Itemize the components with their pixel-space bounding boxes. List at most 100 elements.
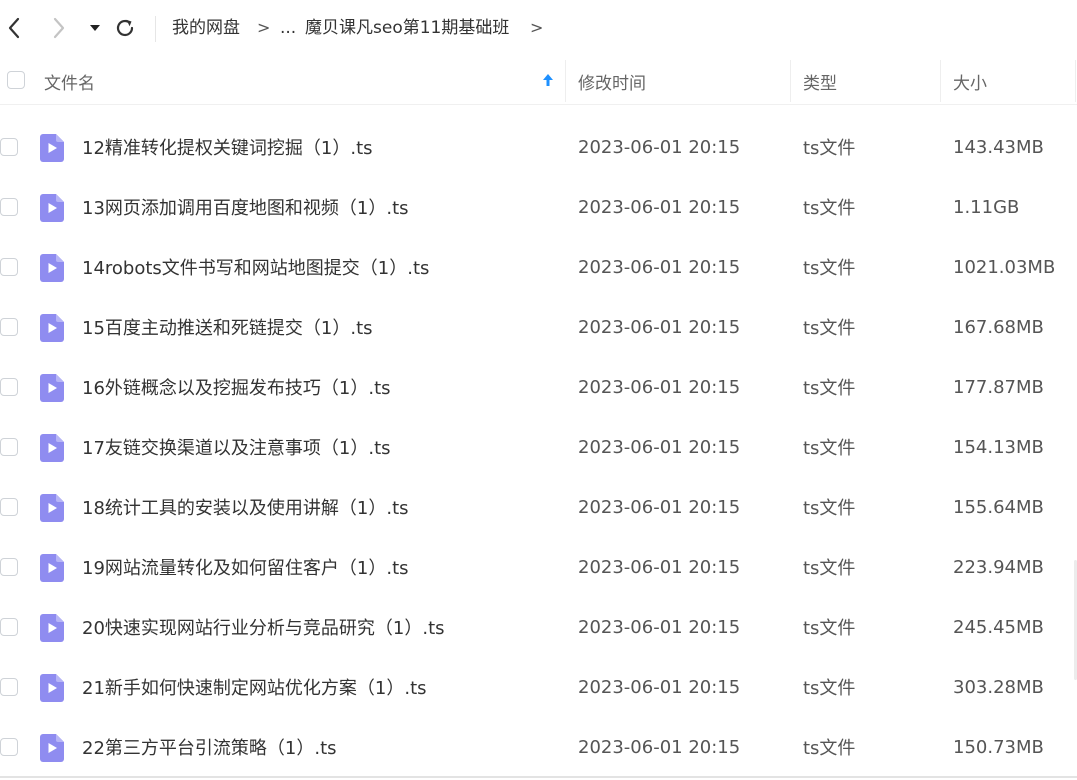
file-modified: 2023-06-01 20:15 [578,616,741,638]
video-file-icon [40,194,64,222]
column-header-size[interactable]: 大小 [953,58,987,104]
row-checkbox[interactable] [0,138,18,156]
file-size: 223.94MB [953,556,1044,578]
caret-down-icon [90,25,100,31]
file-name[interactable]: 21新手如何快速制定网站优化方案（1）.ts [82,657,427,717]
chevron-left-icon [8,17,20,39]
breadcrumb-root[interactable]: 我的网盘 [172,16,240,40]
refresh-button[interactable] [111,14,139,42]
file-size: 143.43MB [953,136,1044,158]
file-size: 155.64MB [953,496,1044,518]
column-divider[interactable] [940,60,941,102]
file-name[interactable]: 13网页添加调用百度地图和视频（1）.ts [82,177,409,237]
file-name[interactable]: 20快速实现网站行业分析与竞品研究（1）.ts [82,597,445,657]
file-type: ts文件 [803,318,856,339]
breadcrumb-current[interactable]: 魔贝课凡seo第11期基础班 [305,16,509,40]
column-divider[interactable] [565,60,566,102]
file-row[interactable]: 22第三方平台引流策略（1）.ts 2023-06-01 20:15 ts文件 150… [0,717,1077,777]
file-modified: 2023-06-01 20:15 [578,256,741,278]
file-modified: 2023-06-01 20:15 [578,556,741,578]
file-list-header: 文件名 修改时间 类型 大小 [0,58,1077,105]
row-checkbox[interactable] [0,438,18,456]
column-header-type[interactable]: 类型 [803,58,837,104]
file-name[interactable]: 15百度主动推送和死链提交（1）.ts [82,297,373,357]
file-row[interactable]: 12精准转化提权关键词挖掘（1）.ts 2023-06-01 20:15 ts文件 1… [0,117,1077,177]
file-type: ts文件 [803,138,856,159]
file-name[interactable]: 19网站流量转化及如何留住客户（1）.ts [82,537,409,597]
file-type: ts文件 [803,378,856,399]
video-file-icon [40,734,64,762]
row-checkbox[interactable] [0,378,18,396]
file-modified: 2023-06-01 20:15 [578,136,741,158]
file-size: 1021.03MB [953,256,1056,278]
file-row[interactable]: 18统计工具的安装以及使用讲解（1）.ts 2023-06-01 20:15 ts文… [0,477,1077,537]
row-checkbox[interactable] [0,498,18,516]
file-type: ts文件 [803,438,856,459]
file-row[interactable]: 19网站流量转化及如何留住客户（1）.ts 2023-06-01 20:15 ts文… [0,537,1077,597]
column-divider[interactable] [1075,60,1076,102]
file-name[interactable]: 16外链概念以及挖掘发布技巧（1）.ts [82,357,391,417]
file-size: 177.87MB [953,376,1044,398]
file-size: 150.73MB [953,736,1044,758]
file-type: ts文件 [803,498,856,519]
select-all-checkbox[interactable] [7,71,25,89]
video-file-icon [40,134,64,162]
file-row[interactable]: 14robots文件书写和网站地图提交（1）.ts 2023-06-01 20:1… [0,237,1077,297]
file-modified: 2023-06-01 20:15 [578,436,741,458]
file-row[interactable]: 13网页添加调用百度地图和视频（1）.ts 2023-06-01 20:15 ts文… [0,177,1077,237]
file-row[interactable]: 21新手如何快速制定网站优化方案（1）.ts 2023-06-01 20:15 ts… [0,657,1077,717]
column-header-name[interactable]: 文件名 [44,58,95,104]
column-divider[interactable] [790,60,791,102]
breadcrumb-separator: > [530,18,544,37]
video-file-icon [40,434,64,462]
file-size: 154.13MB [953,436,1044,458]
file-modified: 2023-06-01 20:15 [578,496,741,518]
file-modified: 2023-06-01 20:15 [578,196,741,218]
file-size: 167.68MB [953,316,1044,338]
file-type: ts文件 [803,198,856,219]
forward-button[interactable] [45,14,73,42]
row-checkbox[interactable] [0,258,18,276]
back-button[interactable] [0,14,28,42]
breadcrumb-separator: > [257,18,271,37]
toolbar: 我的网盘 > ... 魔贝课凡seo第11期基础班 > [0,0,1077,58]
breadcrumb-ellipsis[interactable]: ... [280,16,296,40]
chevron-right-icon [53,17,65,39]
file-name[interactable]: 22第三方平台引流策略（1）.ts [82,717,337,777]
file-row[interactable]: 16外链概念以及挖掘发布技巧（1）.ts 2023-06-01 20:15 ts文件… [0,357,1077,417]
video-file-icon [40,494,64,522]
file-row[interactable]: 20快速实现网站行业分析与竞品研究（1）.ts 2023-06-01 20:15 t… [0,597,1077,657]
file-modified: 2023-06-01 20:15 [578,736,741,758]
list-bottom-border [0,776,1077,778]
file-modified: 2023-06-01 20:15 [578,376,741,398]
history-dropdown-button[interactable] [81,14,109,42]
video-file-icon [40,674,64,702]
file-name[interactable]: 14robots文件书写和网站地图提交（1）.ts [82,237,429,297]
toolbar-divider [155,16,156,42]
file-size: 245.45MB [953,616,1044,638]
file-name[interactable]: 17友链交换渠道以及注意事项（1）.ts [82,417,391,477]
video-file-icon [40,314,64,342]
video-file-icon [40,374,64,402]
file-modified: 2023-06-01 20:15 [578,316,741,338]
file-type: ts文件 [803,558,856,579]
file-name[interactable]: 18统计工具的安装以及使用讲解（1）.ts [82,477,409,537]
row-checkbox[interactable] [0,198,18,216]
file-modified: 2023-06-01 20:15 [578,676,741,698]
file-row[interactable]: 15百度主动推送和死链提交（1）.ts 2023-06-01 20:15 ts文件 1… [0,297,1077,357]
file-row[interactable]: 17友链交换渠道以及注意事项（1）.ts 2023-06-01 20:15 ts文件… [0,417,1077,477]
row-checkbox[interactable] [0,738,18,756]
file-type: ts文件 [803,678,856,699]
video-file-icon [40,614,64,642]
column-header-modified[interactable]: 修改时间 [578,58,646,104]
row-checkbox[interactable] [0,558,18,576]
row-checkbox[interactable] [0,678,18,696]
file-type: ts文件 [803,618,856,639]
row-checkbox[interactable] [0,318,18,336]
video-file-icon [40,554,64,582]
video-file-icon [40,254,64,282]
file-size: 303.28MB [953,676,1044,698]
sort-ascending-icon[interactable] [542,72,554,88]
row-checkbox[interactable] [0,618,18,636]
file-name[interactable]: 12精准转化提权关键词挖掘（1）.ts [82,117,373,177]
